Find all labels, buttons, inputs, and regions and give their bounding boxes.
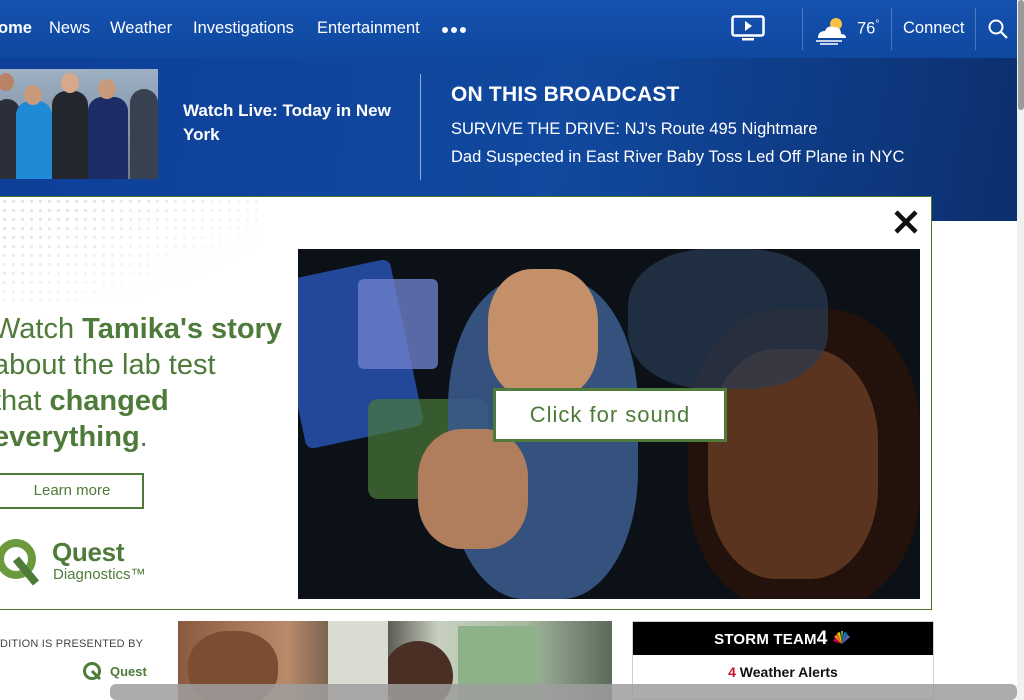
- quest-ad-overlay[interactable]: Watch Tamika's story about the lab test …: [0, 196, 932, 610]
- click-for-sound-button[interactable]: Click for sound: [493, 388, 727, 442]
- peacock-logo-icon: [832, 631, 850, 644]
- watch-live-link[interactable]: Watch Live: Today in New York: [183, 99, 398, 147]
- ad-dot-pattern: [0, 197, 260, 307]
- nav-weather[interactable]: Weather: [110, 19, 172, 38]
- quest-logo-icon: [83, 662, 102, 680]
- nav-entertainment[interactable]: Entertainment: [317, 19, 420, 38]
- vertical-scrollbar-thumb[interactable]: [1018, 0, 1024, 110]
- partly-cloudy-icon: [816, 18, 846, 45]
- learn-more-button[interactable]: Learn more: [0, 473, 144, 509]
- page: ome News Weather Investigations Entertai…: [0, 0, 1024, 700]
- divider: [420, 74, 421, 180]
- nav-separator: [891, 8, 892, 50]
- search-icon[interactable]: [987, 18, 1009, 40]
- nav-investigations[interactable]: Investigations: [193, 19, 294, 38]
- temperature: 76°: [857, 19, 880, 38]
- nav-home[interactable]: ome: [0, 19, 32, 38]
- nav-news[interactable]: News: [49, 19, 90, 38]
- sponsor-text: DITION IS PRESENTED BY: [0, 638, 144, 650]
- broadcast-story-link[interactable]: Dad Suspected in East River Baby Toss Le…: [451, 148, 904, 167]
- nav-separator: [802, 8, 803, 50]
- quest-logo-icon: [0, 539, 40, 586]
- ad-video-player[interactable]: Click for sound: [298, 249, 920, 599]
- sponsor-name: Quest: [110, 664, 147, 679]
- news-anchors-image[interactable]: [0, 69, 158, 179]
- close-icon[interactable]: [892, 208, 920, 236]
- nav-separator: [975, 8, 976, 50]
- brand-name: Quest: [52, 537, 125, 567]
- tv-play-icon[interactable]: [731, 15, 765, 41]
- broadcast-story-link[interactable]: SURVIVE THE DRIVE: NJ's Route 495 Nightm…: [451, 120, 818, 139]
- horizontal-scrollbar[interactable]: [110, 684, 1017, 700]
- broadcast-title: ON THIS BROADCAST: [451, 83, 680, 106]
- brand-subtitle: Diagnostics™: [53, 566, 146, 583]
- connect-link[interactable]: Connect: [903, 19, 964, 38]
- weather-alerts-link[interactable]: 4 Weather Alerts: [633, 664, 933, 680]
- ellipsis-icon[interactable]: [442, 27, 466, 33]
- top-nav: ome News Weather Investigations Entertai…: [0, 0, 1017, 58]
- storm-team-header: STORM TEAM4: [633, 622, 933, 655]
- ad-headline: Watch Tamika's story about the lab test …: [0, 313, 282, 453]
